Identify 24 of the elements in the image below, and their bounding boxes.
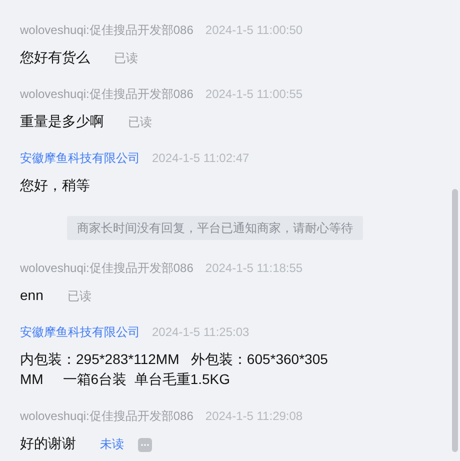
sender-name: woloveshuqi:促佳搜品开发部086	[20, 260, 194, 277]
read-status: 未读	[100, 436, 124, 453]
message-text: 内包装：295*283*112MM 外包装：605*360*305 MM 一箱6台装 单台毛重1.5KG	[20, 350, 329, 389]
sender-name: 安徽摩鱼科技有限公司	[20, 150, 140, 167]
sender-name: woloveshuqi:促佳搜品开发部086	[20, 86, 194, 103]
timestamp: 2024-1-5 11:00:50	[205, 22, 303, 39]
read-status: 已读	[67, 288, 92, 305]
message-text: 您好有货么	[20, 48, 90, 67]
timestamp: 2024-1-5 11:18:55	[205, 260, 303, 277]
timestamp: 2024-1-5 11:00:55	[205, 86, 303, 103]
message-text: 好的谢谢	[20, 434, 76, 453]
sender-name: woloveshuqi:促佳搜品开发部086	[20, 22, 194, 39]
timestamp: 2024-1-5 11:25:03	[152, 324, 250, 341]
timestamp: 2024-1-5 11:29:08	[205, 408, 303, 425]
system-notice: 商家长时间没有回复，平台已通知商家，请耐心等待	[67, 216, 363, 240]
message-text: enn	[20, 286, 44, 305]
message-text: 您好，稍等	[20, 176, 90, 195]
read-status: 已读	[128, 114, 152, 131]
more-button[interactable]	[138, 438, 152, 452]
read-status: 已读	[114, 50, 138, 67]
timestamp: 2024-1-5 11:02:47	[152, 150, 250, 167]
sender-name: 安徽摩鱼科技有限公司	[20, 324, 140, 341]
sender-name: woloveshuqi:促佳搜品开发部086	[20, 408, 194, 425]
message-text: 重量是多少啊	[20, 112, 104, 131]
